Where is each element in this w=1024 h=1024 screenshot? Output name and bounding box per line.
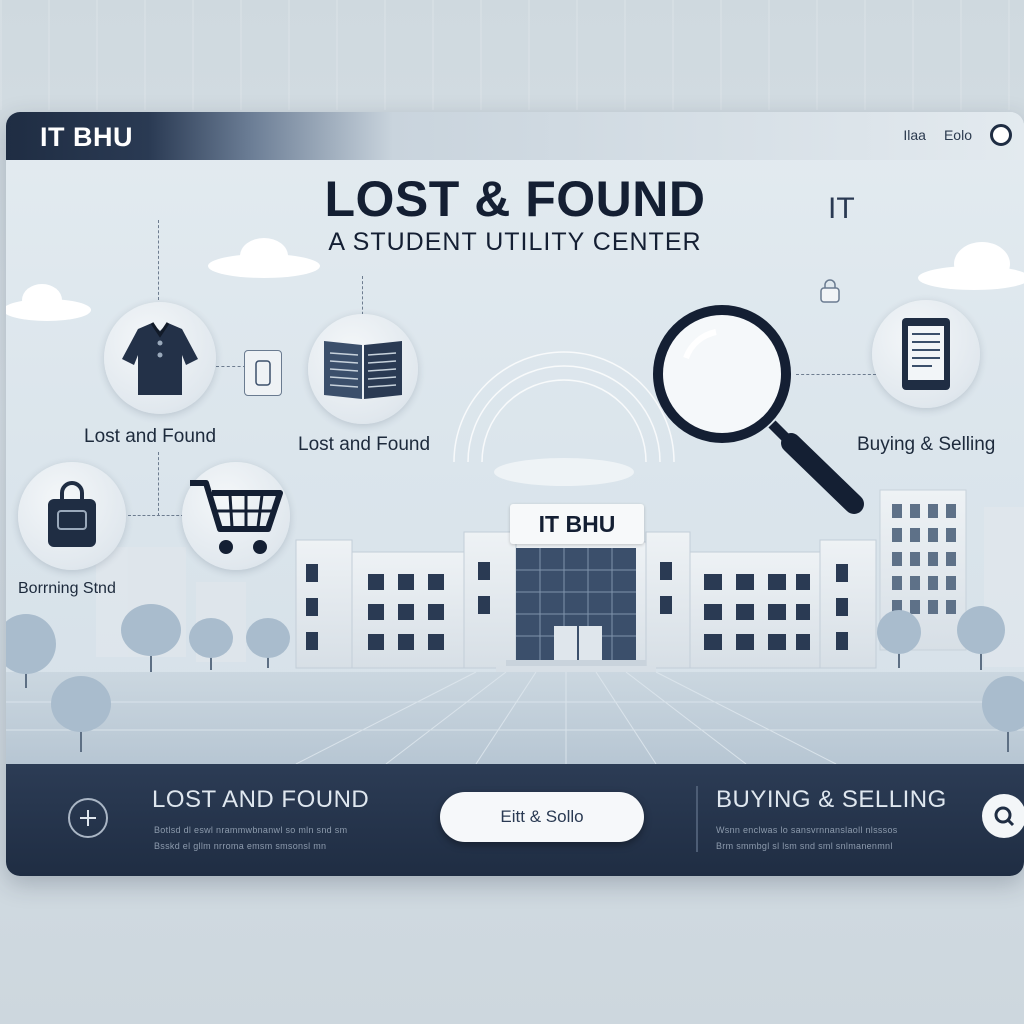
buying-selling-heading: BUYING & SELLING (716, 786, 947, 813)
connector-line (128, 515, 184, 516)
search-icon (994, 806, 1015, 827)
bottom-panel: LOST AND FOUND Botlsd dl eswl nrammwbnan… (6, 764, 1024, 876)
side-mark: IT (828, 192, 855, 225)
building-sign: IT BHU (510, 504, 644, 544)
nav-link-1[interactable]: Ilaa (903, 127, 926, 143)
lost-and-found-description: Botlsd dl eswl nrammwbnanwl so mln snd s… (154, 825, 348, 851)
search-button[interactable] (982, 794, 1024, 838)
cart-icon (190, 480, 283, 554)
book-icon (324, 341, 402, 399)
background-pattern (0, 0, 1024, 110)
top-nav: Ilaa Eolo (903, 124, 1012, 146)
cart-card[interactable] (182, 462, 290, 570)
borrowing-label: Borrning Stnd (18, 580, 116, 597)
app-window: IT BHU Ilaa Eolo LOST & FOUND A STUDENT … (6, 112, 1024, 876)
buying-selling-description: Wsnn enclwas lo sansvrnnanslaoll nlsssos… (716, 825, 898, 851)
main-building (295, 531, 877, 672)
top-bar: IT BHU Ilaa Eolo (6, 112, 1024, 160)
divider (696, 786, 698, 852)
lost-found-label-2: Lost and Found (298, 434, 431, 455)
bag-icon (48, 481, 96, 547)
connector-line (158, 452, 159, 516)
tool-icon[interactable] (68, 798, 108, 838)
shirt-icon (122, 322, 198, 395)
magnifier-icon (646, 298, 866, 518)
phone-icon (244, 350, 282, 396)
cloud-decoration (6, 284, 91, 321)
lost-found-label-1: Lost and Found (84, 426, 217, 447)
connector-line (216, 366, 246, 367)
lost-and-found-heading: LOST AND FOUND (152, 786, 370, 813)
tablet-icon (902, 318, 950, 390)
buying-selling-card[interactable] (872, 300, 980, 408)
borrowing-card[interactable] (18, 462, 126, 570)
nav-link-2[interactable]: Eolo (944, 127, 972, 143)
brand-logo[interactable]: IT BHU (40, 122, 133, 153)
lost-found-card-2[interactable] (308, 314, 418, 424)
arch-decoration (453, 351, 675, 463)
connector-line (158, 220, 159, 300)
user-icon[interactable] (990, 124, 1012, 146)
lost-found-card-1[interactable] (104, 302, 216, 414)
edit-sell-button[interactable]: Eitt & Sollo (440, 792, 644, 842)
buying-selling-label: Buying & Selling (857, 434, 996, 455)
